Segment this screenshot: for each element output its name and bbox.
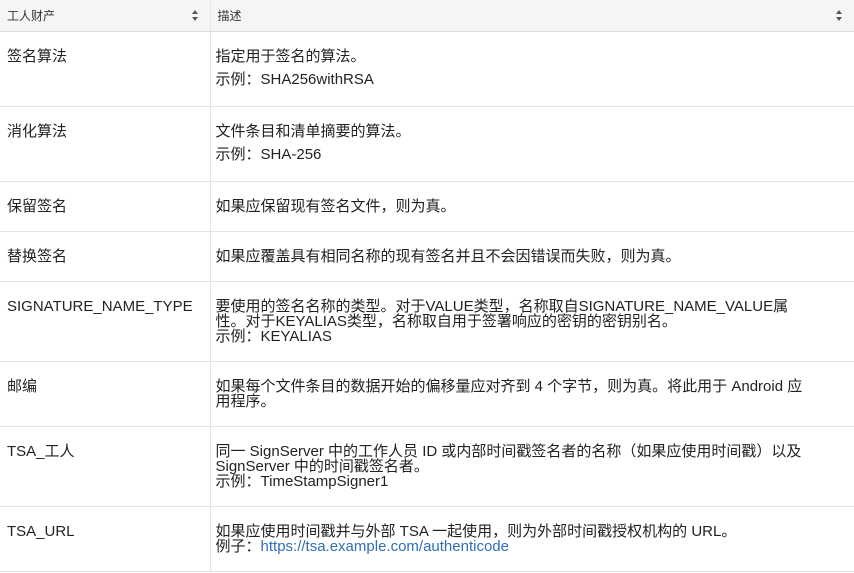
table-row: 消化算法 文件条目和清单摘要的算法。 示例：SHA-256 — [0, 106, 854, 182]
property-name: 签名算法 — [7, 47, 68, 65]
table-row: 签名算法 指定用于签名的算法。 示例：SHA256withRSA — [0, 31, 854, 107]
description-text: 指定用于签名的算法。 — [215, 47, 366, 65]
sort-icon[interactable] — [191, 10, 198, 21]
property-name-cell: 保留签名 — [0, 181, 211, 232]
description-text: 用程序。 — [215, 392, 276, 410]
column-header-description[interactable]: 描述 — [210, 0, 854, 32]
property-name-cell: 邮编 — [0, 361, 211, 427]
property-description-cell: 文件条目和清单摘要的算法。 示例：SHA-256 — [210, 106, 854, 182]
property-name: SIGNATURE_NAME_TYPE — [7, 297, 193, 315]
property-description-cell: 同一 SignServer 中的工作人员 ID 或内部时间戳签名者的名称（如果应… — [210, 426, 854, 507]
property-description-cell: 指定用于签名的算法。 示例：SHA256withRSA — [210, 31, 854, 107]
example-label: 示例： — [215, 327, 261, 345]
table-row: TSA_URL 如果应使用时间戳并与外部 TSA 一起使用，则为外部时间戳授权机… — [0, 506, 854, 572]
example-value: SHA256withRSA — [260, 70, 374, 88]
property-name-cell: TSA_工人 — [0, 426, 211, 507]
example-value: KEYALIAS — [260, 327, 332, 345]
property-name: TSA_工人 — [7, 442, 75, 460]
property-name: 邮编 — [7, 377, 38, 395]
example-line: 示例：KEYALIAS — [216, 329, 849, 344]
column-header-label: 工人财产 — [7, 8, 56, 23]
example-value: SHA-256 — [260, 145, 322, 163]
table-row: 替换签名 如果应覆盖具有相同名称的现有签名并且不会因错误而失败，则为真。 — [0, 231, 854, 282]
description-text: 如果应覆盖具有相同名称的现有签名并且不会因错误而失败，则为真。 — [215, 247, 681, 265]
description-text: SignServer 中的时间戳签名者。 — [215, 457, 429, 475]
example-label: 示例： — [215, 70, 261, 88]
example-line: 示例：TimeStampSigner1 — [216, 474, 849, 489]
property-name-cell: 签名算法 — [0, 31, 211, 107]
example-value: TimeStampSigner1 — [260, 472, 389, 490]
description-text: 文件条目和清单摘要的算法。 — [215, 122, 411, 140]
property-name: 消化算法 — [7, 122, 68, 140]
example-label: 示例： — [215, 145, 261, 163]
property-name-cell: 替换签名 — [0, 231, 211, 282]
description-text: 如果应使用时间戳并与外部 TSA 一起使用，则为外部时间戳授权机构的 URL。 — [215, 522, 737, 540]
example-label: 例子： — [215, 537, 261, 555]
example-line: 示例：SHA-256 — [216, 147, 849, 162]
property-description-cell: 如果应覆盖具有相同名称的现有签名并且不会因错误而失败，则为真。 — [210, 231, 854, 282]
property-description-cell: 如果每个文件条目的数据开始的偏移量应对齐到 4 个字节，则为真。将此用于 And… — [210, 361, 854, 427]
property-name-cell: TSA_URL — [0, 506, 211, 572]
example-line: 例子：https://tsa.example.com/authenticode — [216, 539, 849, 554]
table-header-row: 工人财产 描述 — [0, 0, 854, 32]
property-description-cell: 如果应保留现有签名文件，则为真。 — [210, 181, 854, 232]
property-name-cell: 消化算法 — [0, 106, 211, 182]
description-text: 性。对于KEYALIAS类型，名称取自用于签署响应的密钥的密钥别名。 — [215, 312, 677, 330]
property-name-cell: SIGNATURE_NAME_TYPE — [0, 281, 211, 362]
property-name: 替换签名 — [7, 247, 68, 265]
table-row: 邮编 如果每个文件条目的数据开始的偏移量应对齐到 4 个字节，则为真。将此用于 … — [0, 361, 854, 427]
description-text: 同一 SignServer 中的工作人员 ID 或内部时间戳签名者的名称（如果应… — [215, 442, 802, 460]
description-text: 要使用的签名名称的类型。对于VALUE类型，名称取自SIGNATURE_NAME… — [215, 297, 789, 315]
properties-table: 工人财产 描述 签名算法 指定用于签名的算法。 示例：SHA256withRSA… — [0, 0, 854, 572]
property-name: TSA_URL — [7, 522, 75, 540]
column-header-label: 描述 — [217, 8, 242, 23]
table-row: 保留签名 如果应保留现有签名文件，则为真。 — [0, 181, 854, 232]
example-label: 示例： — [215, 472, 261, 490]
property-description-cell: 要使用的签名名称的类型。对于VALUE类型，名称取自SIGNATURE_NAME… — [210, 281, 854, 362]
table-row: TSA_工人 同一 SignServer 中的工作人员 ID 或内部时间戳签名者… — [0, 426, 854, 507]
property-name: 保留签名 — [7, 197, 68, 215]
column-header-property[interactable]: 工人财产 — [0, 0, 211, 32]
description-text: 如果每个文件条目的数据开始的偏移量应对齐到 4 个字节，则为真。将此用于 And… — [215, 377, 803, 395]
sort-icon[interactable] — [836, 10, 842, 21]
property-description-cell: 如果应使用时间戳并与外部 TSA 一起使用，则为外部时间戳授权机构的 URL。 … — [210, 506, 854, 572]
tsa-url-link[interactable]: https://tsa.example.com/authenticode — [261, 538, 509, 555]
example-line: 示例：SHA256withRSA — [216, 72, 849, 87]
description-text: 如果应保留现有签名文件，则为真。 — [215, 197, 456, 215]
table-row: SIGNATURE_NAME_TYPE 要使用的签名名称的类型。对于VALUE类… — [0, 281, 854, 362]
